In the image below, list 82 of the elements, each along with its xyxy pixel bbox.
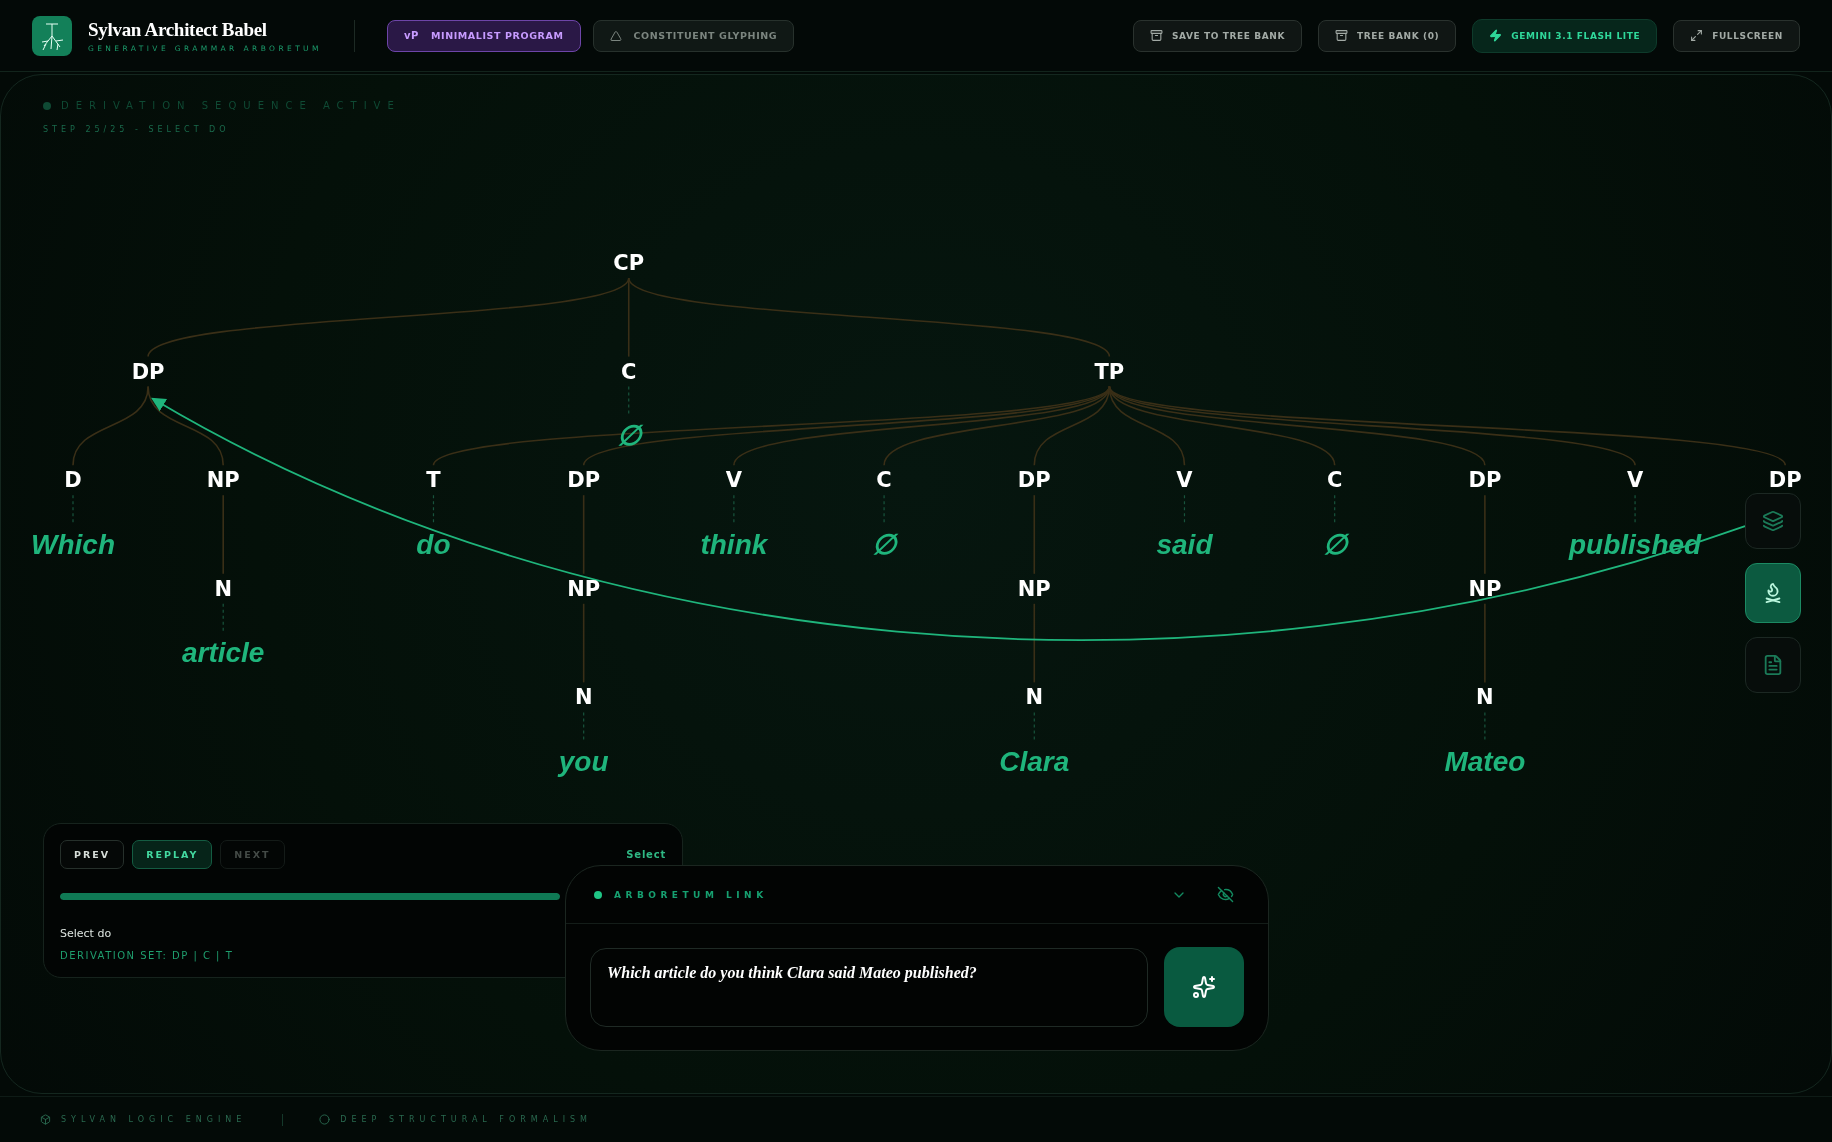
projection-line bbox=[432, 494, 435, 523]
node-label: CP bbox=[613, 251, 645, 275]
chat-title: ARBORETUM LINK bbox=[614, 889, 768, 900]
node-label: D bbox=[64, 468, 82, 493]
projection-line bbox=[1033, 711, 1035, 740]
generate-button[interactable] bbox=[1164, 947, 1244, 1027]
node-label: TP bbox=[1094, 359, 1125, 384]
node-label: N bbox=[574, 685, 593, 710]
hide-button[interactable] bbox=[1217, 886, 1234, 903]
projection-line bbox=[583, 711, 585, 740]
node-label: DP bbox=[1468, 468, 1502, 493]
derivation-set: DERIVATION SET: DP | C | T bbox=[60, 950, 235, 961]
status-dot bbox=[43, 101, 51, 110]
node-label: C bbox=[1326, 468, 1343, 493]
node-label: C bbox=[621, 359, 637, 384]
projection-line bbox=[883, 494, 885, 523]
projection-line bbox=[222, 603, 224, 632]
terminal-word: do bbox=[416, 528, 451, 560]
node-label: DP bbox=[1017, 468, 1051, 493]
mode-tab[interactable]: vP MINIMALIST PROGRAM bbox=[386, 19, 581, 52]
node-label: NP bbox=[206, 468, 240, 493]
node-label: DP bbox=[1768, 468, 1802, 493]
terminal-word: said bbox=[1156, 528, 1213, 560]
layers-icon bbox=[1762, 510, 1784, 532]
cube-icon bbox=[40, 1114, 51, 1125]
archive-icon bbox=[1335, 29, 1349, 42]
node-label: N bbox=[1476, 685, 1494, 710]
operation-label: Select bbox=[626, 849, 666, 860]
header-button[interactable]: SAVE TO TREE BANK bbox=[1133, 19, 1303, 52]
footer-label: SYLVAN LOGIC ENGINE bbox=[61, 1115, 247, 1124]
node-label: V bbox=[1176, 468, 1193, 493]
header-button[interactable]: TREE BANK (0) bbox=[1318, 19, 1457, 52]
node-label: V bbox=[725, 468, 742, 493]
status-title: DERIVATION SEQUENCE ACTIVE bbox=[61, 100, 401, 111]
terminal-word: Which bbox=[31, 528, 115, 560]
projection-line bbox=[1634, 494, 1636, 523]
terminal-word: Clara bbox=[999, 745, 1070, 777]
expand-icon bbox=[1690, 29, 1704, 42]
status-step: STEP 25/25 - SELECT DO bbox=[43, 125, 401, 134]
node-label: C bbox=[876, 468, 892, 493]
node-label: N bbox=[214, 576, 232, 601]
playback-button[interactable]: PREV bbox=[60, 840, 125, 869]
projection-line bbox=[72, 494, 74, 523]
projection-line bbox=[733, 494, 735, 523]
tool-button[interactable] bbox=[1745, 563, 1801, 623]
sparkles-icon bbox=[1192, 975, 1216, 999]
node-label: NP bbox=[1468, 576, 1502, 601]
node-label: DP bbox=[567, 468, 601, 493]
step-description: Select do bbox=[60, 927, 113, 940]
node-label: DP bbox=[131, 359, 165, 384]
header-button[interactable]: FULLSCREEN bbox=[1673, 19, 1800, 52]
playback-button[interactable]: REPLAY bbox=[132, 840, 213, 869]
terminal-word: ∅ bbox=[872, 528, 897, 560]
terminal-word: Mateo bbox=[1444, 745, 1526, 777]
triangle-icon bbox=[609, 29, 622, 42]
terminal-word: think bbox=[700, 528, 768, 560]
node-label: T bbox=[426, 468, 441, 493]
terminal-word: ∅ bbox=[616, 420, 641, 452]
app-logo bbox=[32, 15, 72, 56]
eye-off-icon bbox=[1217, 886, 1234, 903]
app-title: Sylvan Architect Babel bbox=[88, 18, 268, 41]
node-label: N bbox=[1025, 685, 1044, 710]
terminal-word: ∅ bbox=[1322, 528, 1347, 560]
terminal-word: article bbox=[181, 637, 265, 669]
node-label: V bbox=[1626, 468, 1644, 493]
projection-line bbox=[1334, 494, 1336, 523]
projection-line bbox=[1484, 711, 1486, 740]
projection-line bbox=[628, 386, 630, 415]
footer-label: DEEP STRUCTURAL FORMALISM bbox=[340, 1115, 592, 1124]
model-button[interactable]: GEMINI 3.1 FLASH LITE bbox=[1472, 18, 1658, 53]
node-label: NP bbox=[567, 576, 601, 601]
node-label: NP bbox=[1017, 576, 1051, 601]
status-dot bbox=[594, 890, 602, 899]
sentence-input[interactable]: Which article do you think Clara said Mateo published? bbox=[590, 947, 1148, 1027]
document-icon bbox=[1762, 654, 1784, 676]
archive-icon bbox=[1150, 29, 1163, 42]
terminal-word: published bbox=[1568, 528, 1702, 560]
lightning-icon bbox=[1489, 29, 1503, 42]
mode-tab[interactable]: CONSTITUENT GLYPHING bbox=[592, 19, 795, 52]
circle-icon bbox=[319, 1114, 331, 1125]
terminal-word: you bbox=[558, 745, 609, 777]
projection-line bbox=[1183, 494, 1186, 523]
